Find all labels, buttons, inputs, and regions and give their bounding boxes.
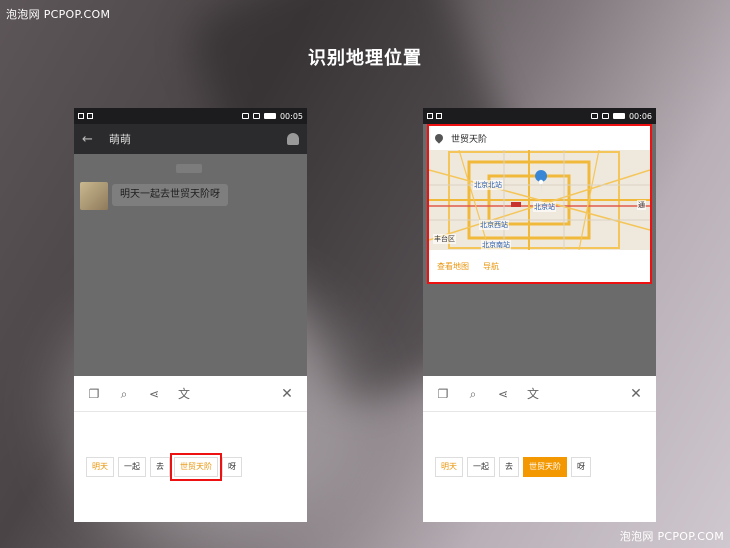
translate-icon[interactable]: 文 xyxy=(525,386,541,402)
chat-area: 明天一起去世贸天阶呀 xyxy=(74,154,307,376)
map-actions: 查看地图 导航 xyxy=(429,250,650,282)
location-header: 世贸天阶 xyxy=(429,126,650,150)
chip-qu[interactable]: 去 xyxy=(499,457,519,477)
time-badge xyxy=(176,164,202,173)
map-label-tong: 通 xyxy=(637,200,646,210)
chip-qu[interactable]: 去 xyxy=(150,457,170,477)
location-card[interactable]: 世贸天阶 北京北站 北京站 北京西站 北京南站 丰台区 通 查看地图 导航 xyxy=(427,124,652,284)
page-title: 识别地理位置 xyxy=(308,48,422,69)
chip-yiqi[interactable]: 一起 xyxy=(467,457,495,477)
map-label-beijing-north: 北京北站 xyxy=(473,180,503,190)
map-roads xyxy=(429,150,650,250)
watermark-bottom: 泡泡网 PCPOP.COM xyxy=(619,530,724,543)
map-label-fengtai: 丰台区 xyxy=(433,234,456,244)
battery-icon xyxy=(263,113,276,119)
message-text: 明天一起去世贸天阶呀 xyxy=(120,189,220,200)
slide-canvas: 泡泡网 PCPOP.COM 识别地理位置 00:05 ← 萌萌 明天一起去世贸天… xyxy=(0,0,730,548)
translate-icon[interactable]: 文 xyxy=(176,386,192,402)
search-icon[interactable]: ⌕ xyxy=(116,386,132,402)
chip-ya[interactable]: 呀 xyxy=(222,457,242,477)
notification-icon xyxy=(427,113,433,119)
search-icon[interactable]: ⌕ xyxy=(465,386,481,402)
vibrate-icon xyxy=(241,113,249,119)
notification-icon xyxy=(78,113,84,119)
word-chips: 明天 一起 去 世贸天阶 呀 xyxy=(86,453,242,481)
chat-title: 萌萌 xyxy=(108,133,131,146)
status-bar: 00:06 xyxy=(423,108,656,124)
vibrate-icon xyxy=(590,113,598,119)
map-preview[interactable]: 北京北站 北京站 北京西站 北京南站 丰台区 通 xyxy=(429,150,650,250)
app-icon xyxy=(87,113,93,119)
location-title: 世贸天阶 xyxy=(451,134,488,145)
phone-screen-left: 00:05 ← 萌萌 明天一起去世贸天阶呀 ❐ ⌕ ⋖ 文 ✕ 明天 一起 去 … xyxy=(74,108,307,522)
contact-icon[interactable] xyxy=(287,133,299,145)
wifi-icon xyxy=(252,113,260,119)
map-label-beijing-station: 北京站 xyxy=(533,202,556,212)
chip-selected-location[interactable]: 世贸天阶 xyxy=(170,453,222,481)
chip-ya[interactable]: 呀 xyxy=(571,457,591,477)
close-icon[interactable]: ✕ xyxy=(279,386,295,402)
chat-header: ← 萌萌 xyxy=(74,124,307,154)
map-label-beijing-west: 北京西站 xyxy=(479,220,509,230)
watermark-top: 泡泡网 PCPOP.COM xyxy=(6,8,111,21)
back-arrow-icon[interactable]: ← xyxy=(82,132,93,147)
chip-mingtian[interactable]: 明天 xyxy=(86,457,114,477)
text-action-toolbar: ❐ ⌕ ⋖ 文 ✕ xyxy=(423,376,656,412)
word-chips: 明天 一起 去 世贸天阶 呀 xyxy=(435,457,591,477)
navigate-link[interactable]: 导航 xyxy=(483,261,499,272)
chip-selected-location[interactable]: 世贸天阶 xyxy=(523,457,567,477)
text-action-toolbar: ❐ ⌕ ⋖ 文 ✕ xyxy=(74,376,307,412)
status-time: 00:05 xyxy=(279,111,303,121)
battery-icon xyxy=(612,113,625,119)
chip-mingtian[interactable]: 明天 xyxy=(435,457,463,477)
app-icon xyxy=(436,113,442,119)
status-bar: 00:05 xyxy=(74,108,307,124)
message-bubble[interactable]: 明天一起去世贸天阶呀 xyxy=(112,184,228,206)
share-icon[interactable]: ⋖ xyxy=(495,386,511,402)
wifi-icon xyxy=(601,113,609,119)
close-icon[interactable]: ✕ xyxy=(628,386,644,402)
location-pin-icon xyxy=(433,132,445,144)
chip-yiqi[interactable]: 一起 xyxy=(118,457,146,477)
status-time: 00:06 xyxy=(628,111,652,121)
avatar[interactable] xyxy=(80,182,108,210)
view-map-link[interactable]: 查看地图 xyxy=(437,261,469,272)
map-label-beijing-south: 北京南站 xyxy=(481,240,511,250)
copy-icon[interactable]: ❐ xyxy=(435,386,451,402)
share-icon[interactable]: ⋖ xyxy=(146,386,162,402)
copy-icon[interactable]: ❐ xyxy=(86,386,102,402)
phone-screen-right: 00:06 世贸天阶 北京北站 北京站 北京西站 北京南站 丰台区 通 查看地图… xyxy=(423,108,656,522)
